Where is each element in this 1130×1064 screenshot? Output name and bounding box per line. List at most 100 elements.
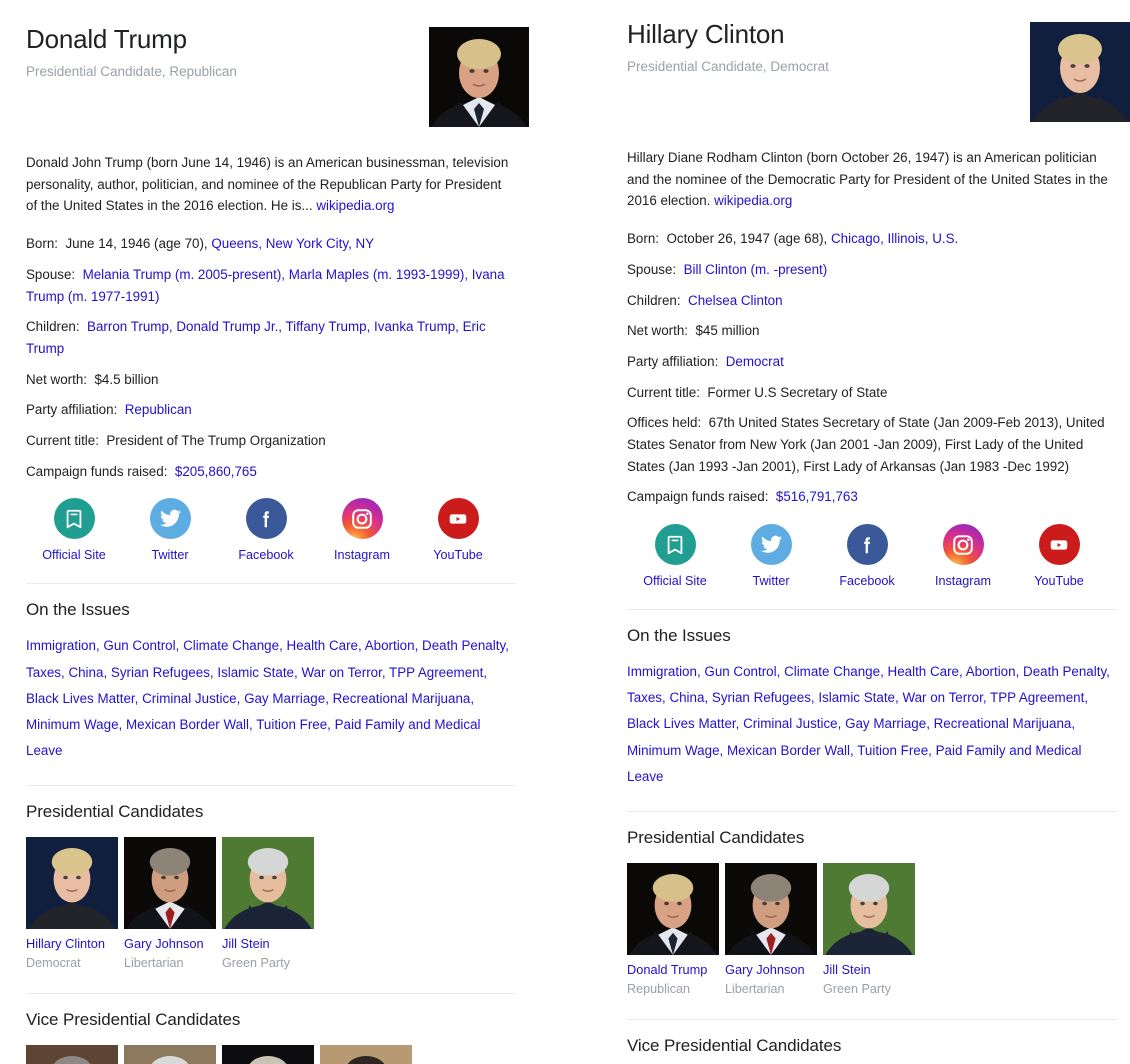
fact-value-link[interactable]: Chelsea Clinton [684,293,783,308]
candidate-card[interactable]: Gary Johnson Libertarian [725,862,817,998]
issue-link[interactable]: Abortion [966,664,1016,679]
jill-stein-portrait[interactable] [222,837,314,930]
issue-link[interactable]: Criminal Justice [142,691,237,706]
issue-link[interactable]: Islamic State [818,690,895,705]
twitter-icon [149,498,191,540]
social-link-facebook[interactable]: Facebook [218,498,314,562]
fact-value-link[interactable]: $516,791,763 [772,489,858,504]
instagram-icon [341,498,383,540]
issue-link[interactable]: Gun Control [704,664,776,679]
issue-link[interactable]: Recreational Marijuana [934,716,1072,731]
candidate-name[interactable]: Gary Johnson [124,936,216,952]
candidate-card[interactable]: Jill Stein Green Party [222,837,314,972]
issue-link[interactable]: Abortion [365,638,415,653]
candidate-portrait[interactable] [429,27,529,127]
issue-link[interactable]: Gay Marriage [244,691,325,706]
candidate-card[interactable]: Hillary Clinton Democrat [26,837,118,972]
issue-link[interactable]: Climate Change [183,638,279,653]
issue-link[interactable]: Mexican Border Wall [727,743,850,758]
issue-link[interactable]: Gun Control [103,638,175,653]
issue-link[interactable]: Gay Marriage [845,716,926,731]
social-link-twitter[interactable]: Twitter [723,524,819,588]
ajamu-baraka-portrait[interactable] [320,1044,412,1064]
gary-johnson-portrait[interactable] [725,862,817,955]
issue-link[interactable]: Tuition Free [256,717,327,732]
issue-link[interactable]: Immigration [627,664,697,679]
issue-link[interactable]: Islamic State [217,665,294,680]
issue-link[interactable]: China [68,665,103,680]
social-link-instagram[interactable]: Instagram [915,524,1011,588]
candidate-card[interactable]: Donald Trump Republican [627,862,719,998]
issue-link[interactable]: Death Penalty [1023,664,1106,679]
candidate-name[interactable]: Hillary Clinton [26,936,118,952]
issue-link[interactable]: Immigration [26,638,96,653]
wikipedia-link[interactable]: wikipedia.org [316,198,394,213]
section-divider [26,583,516,585]
donald-trump-portrait[interactable] [627,862,719,955]
fact-label: Current title: [26,433,103,449]
issue-link[interactable]: Criminal Justice [743,716,838,731]
jill-stein-portrait[interactable] [823,862,915,955]
candidate-name[interactable]: Jill Stein [823,962,915,978]
social-link-instagram[interactable]: Instagram [314,498,410,562]
fact-value-link[interactable]: Chicago, Illinois, U.S. [827,231,958,246]
candidate-name[interactable]: Gary Johnson [725,962,817,978]
social-link-facebook[interactable]: Facebook [819,524,915,588]
tim-kaine-portrait[interactable] [26,1044,118,1064]
issue-link[interactable]: Taxes [627,690,662,705]
social-link-label: Facebook [839,574,895,589]
issue-link[interactable]: Death Penalty [422,638,505,653]
gary-johnson-portrait[interactable] [124,837,216,930]
social-link-official-site[interactable]: Official Site [627,524,723,588]
fact-label: Net worth: [627,323,692,339]
fact-label: Spouse: [26,266,79,282]
fact-value-link[interactable]: Bill Clinton (m. -present) [680,262,828,277]
mike-pence-portrait[interactable] [124,1044,216,1064]
fact-row: Born: October 26, 1947 (age 68), Chicago… [627,228,1119,250]
fact-value-link[interactable]: $205,860,765 [171,464,257,479]
issue-link[interactable]: War on Terror [301,665,381,680]
candidate-portrait[interactable] [1030,22,1130,122]
fact-value-link[interactable]: Barron Trump, Donald Trump Jr., Tiffany … [26,319,486,356]
issue-link[interactable]: Recreational Marijuana [333,691,471,706]
candidate-card[interactable]: William WeldLibertarian [222,1044,314,1064]
social-link-youtube[interactable]: YouTube [1011,524,1107,588]
issue-link[interactable]: TPP Agreement [389,665,483,680]
candidate-name[interactable]: Jill Stein [222,936,314,952]
social-link-label: Facebook [238,548,294,563]
social-link-youtube[interactable]: YouTube [410,498,506,562]
issue-link[interactable]: Climate Change [784,664,880,679]
fact-value-link[interactable]: Democrat [722,354,784,369]
candidate-card[interactable]: Mike PenceRepublican [124,1044,216,1064]
social-link-official-site[interactable]: Official Site [26,498,122,562]
wikipedia-link[interactable]: wikipedia.org [714,193,792,208]
issue-link[interactable]: Taxes [26,665,61,680]
issue-link[interactable]: Black Lives Matter [26,691,135,706]
fact-value-link[interactable]: Queens, New York City, NY [208,236,374,251]
issue-link[interactable]: Black Lives Matter [627,716,736,731]
fact-value-link[interactable]: Melania Trump (m. 2005-present), Marla M… [26,267,505,304]
issue-link[interactable]: Syrian Refugees [111,665,210,680]
candidate-card[interactable]: Tim KaineDemocrat [26,1044,118,1064]
issue-link[interactable]: Health Care [287,638,358,653]
instagram-icon [942,524,984,566]
issue-link[interactable]: Syrian Refugees [712,690,811,705]
issue-link[interactable]: Mexican Border Wall [126,717,249,732]
candidate-card[interactable]: Gary Johnson Libertarian [124,837,216,972]
issue-link[interactable]: TPP Agreement [990,690,1084,705]
candidate-card[interactable]: Jill Stein Green Party [823,862,915,998]
candidate-card[interactable]: Ajamu BarakaGreen Party [320,1044,412,1064]
section-divider [627,609,1117,611]
social-link-label: Official Site [643,574,707,589]
candidate-name[interactable]: Donald Trump [627,962,719,978]
issue-link[interactable]: China [669,690,704,705]
issue-link[interactable]: Health Care [888,664,959,679]
hillary-clinton-portrait[interactable] [26,837,118,930]
issue-link[interactable]: Minimum Wage [627,743,720,758]
fact-value-link[interactable]: Republican [121,402,192,417]
william-weld-portrait[interactable] [222,1044,314,1064]
social-link-twitter[interactable]: Twitter [122,498,218,562]
issue-link[interactable]: Tuition Free [857,743,928,758]
issue-link[interactable]: Minimum Wage [26,717,119,732]
issue-link[interactable]: War on Terror [902,690,982,705]
